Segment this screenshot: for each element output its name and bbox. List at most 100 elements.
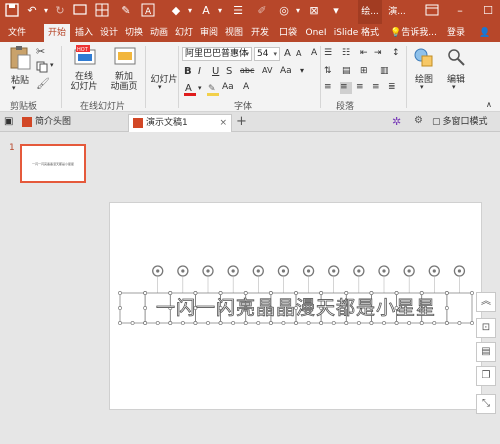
resize-handle[interactable]	[268, 321, 273, 325]
rotate-handle-icon[interactable]	[453, 265, 466, 293]
rotate-handle-icon[interactable]	[177, 265, 189, 293]
grid-icon[interactable]	[94, 3, 110, 19]
font-name-combo[interactable]: 阿里巴巴普惠体 ▾	[182, 47, 252, 61]
resize-handle[interactable]	[118, 291, 122, 295]
resize-handle[interactable]	[206, 321, 210, 325]
text-box-icon[interactable]: A	[140, 3, 156, 19]
tab-home[interactable]: 开始	[44, 24, 70, 42]
rotate-handle-icon[interactable]	[252, 265, 264, 293]
resize-handle[interactable]	[319, 321, 324, 325]
tab-list-icon[interactable]: ▣	[4, 116, 16, 128]
increase-font-icon[interactable]: A	[284, 48, 296, 60]
settings-icon[interactable]: ⚙	[414, 115, 426, 127]
new-tab-icon[interactable]: +	[236, 114, 248, 129]
paste-dropdown-icon[interactable]: ▾	[12, 84, 16, 92]
resize-handle[interactable]	[130, 321, 135, 325]
resize-handle[interactable]	[394, 291, 399, 295]
ribbon-display-icon[interactable]	[424, 3, 440, 19]
resize-handle[interactable]	[281, 321, 286, 325]
rotate-handle-icon[interactable]	[227, 265, 239, 293]
tab-islide[interactable]: iSlide	[331, 24, 361, 42]
tab-view[interactable]: 视图	[222, 24, 246, 42]
char-bounding-box[interactable]	[446, 292, 473, 324]
format-painter-icon[interactable]: 🖌	[36, 77, 50, 90]
italic-icon[interactable]: I	[198, 66, 210, 78]
doc-tab-presentation[interactable]: 演示文稿1 ×	[128, 114, 232, 132]
tab-review[interactable]: 审阅	[197, 24, 221, 42]
resize-handle[interactable]	[419, 321, 424, 325]
tab-slideshow[interactable]: 幻灯	[172, 24, 196, 42]
resize-handle[interactable]	[344, 321, 349, 325]
copy-icon[interactable]	[36, 61, 48, 73]
rotate-handle-icon[interactable]	[328, 265, 340, 293]
align-icon[interactable]: ☰	[230, 3, 246, 19]
resize-handle[interactable]	[268, 291, 273, 295]
draw-dropdown-icon[interactable]: ▾	[420, 83, 424, 91]
shadow-icon[interactable]: S	[226, 66, 238, 78]
columns-icon[interactable]: ▥	[380, 66, 392, 78]
edit-dropdown-icon[interactable]: ▾	[452, 83, 456, 91]
collapse-panel-icon[interactable]: ︽	[476, 292, 496, 312]
resize-handle[interactable]	[294, 291, 298, 295]
resize-handle[interactable]	[118, 306, 122, 310]
align-left-icon[interactable]: ≡	[324, 82, 336, 94]
align-text-icon[interactable]: ▤	[342, 66, 354, 78]
font-size-letter-icon[interactable]: A	[243, 82, 255, 94]
clear-format-icon[interactable]: A	[311, 48, 323, 60]
maximize-icon[interactable]: ☐	[480, 3, 496, 19]
close-tab-icon[interactable]: ×	[219, 115, 227, 131]
font-dropdown-icon[interactable]: ▾	[300, 66, 312, 78]
resize-handle[interactable]	[407, 321, 412, 325]
rotate-handle-icon[interactable]	[428, 265, 440, 293]
new-anim-button-label[interactable]: 新加 动画页	[104, 72, 144, 92]
resize-handle[interactable]	[369, 321, 374, 325]
slides-button-label[interactable]: 幻灯片	[149, 72, 179, 85]
resize-handle[interactable]	[344, 291, 349, 295]
resize-handle[interactable]	[193, 321, 198, 325]
bullets-icon[interactable]: ☰	[324, 48, 336, 60]
rotate-handle-icon[interactable]	[152, 265, 164, 293]
copy-layout-icon[interactable]: ❐	[476, 366, 496, 386]
tell-me-search[interactable]: 💡告诉我...	[390, 24, 440, 42]
tab-pocket[interactable]: 口袋	[275, 24, 301, 42]
tab-developer[interactable]: 开发	[247, 24, 273, 42]
line-spacing-icon[interactable]: ↕	[392, 48, 404, 60]
online-slide-icon[interactable]: HOT	[74, 45, 96, 72]
resize-handle[interactable]	[143, 291, 148, 295]
expand-icon[interactable]: ⤡	[476, 394, 496, 414]
arrange-icon[interactable]: ▤	[476, 342, 496, 362]
cut-icon[interactable]: ✂	[36, 45, 48, 58]
decrease-font-icon[interactable]: A	[296, 49, 308, 61]
rotate-handle-icon[interactable]	[353, 265, 365, 293]
resize-handle[interactable]	[168, 291, 173, 295]
resize-handle[interactable]	[243, 291, 248, 295]
close-box-icon[interactable]: ⊠	[306, 3, 322, 19]
dialog-launcher-icon[interactable]: Aa	[222, 82, 234, 94]
tab-onekey[interactable]: OneI	[302, 24, 330, 42]
new-anim-icon[interactable]	[114, 45, 136, 72]
tab-file[interactable]: 文件	[4, 24, 30, 42]
justify-icon[interactable]: ≡	[372, 82, 384, 94]
resize-handle[interactable]	[231, 321, 236, 325]
minimize-icon[interactable]: –	[452, 3, 468, 19]
resize-handle[interactable]	[382, 321, 386, 325]
brush-icon[interactable]: ✐	[254, 3, 270, 19]
share-icon[interactable]: 👤	[476, 24, 494, 42]
resize-handle[interactable]	[419, 291, 424, 295]
font-size-combo[interactable]: 54 ▾	[254, 47, 280, 61]
present-icon[interactable]	[72, 3, 88, 19]
redo-icon[interactable]: ↻	[52, 3, 68, 19]
tab-transitions[interactable]: 切换	[122, 24, 146, 42]
magic-icon[interactable]: ✲	[392, 115, 404, 128]
align-center-icon[interactable]: ≡	[340, 82, 352, 94]
smartart-icon[interactable]: ⊞	[360, 66, 372, 78]
layout-icon[interactable]: ⊡	[476, 318, 496, 338]
fill-dropdown-icon[interactable]: ▾	[182, 3, 198, 19]
edit-find-icon[interactable]	[446, 47, 466, 72]
resize-handle[interactable]	[294, 321, 298, 325]
resize-handle[interactable]	[457, 321, 462, 325]
strikethrough-icon[interactable]: abc	[240, 66, 254, 78]
resize-handle[interactable]	[155, 321, 160, 325]
resize-handle[interactable]	[218, 321, 223, 325]
resize-handle[interactable]	[470, 321, 474, 325]
